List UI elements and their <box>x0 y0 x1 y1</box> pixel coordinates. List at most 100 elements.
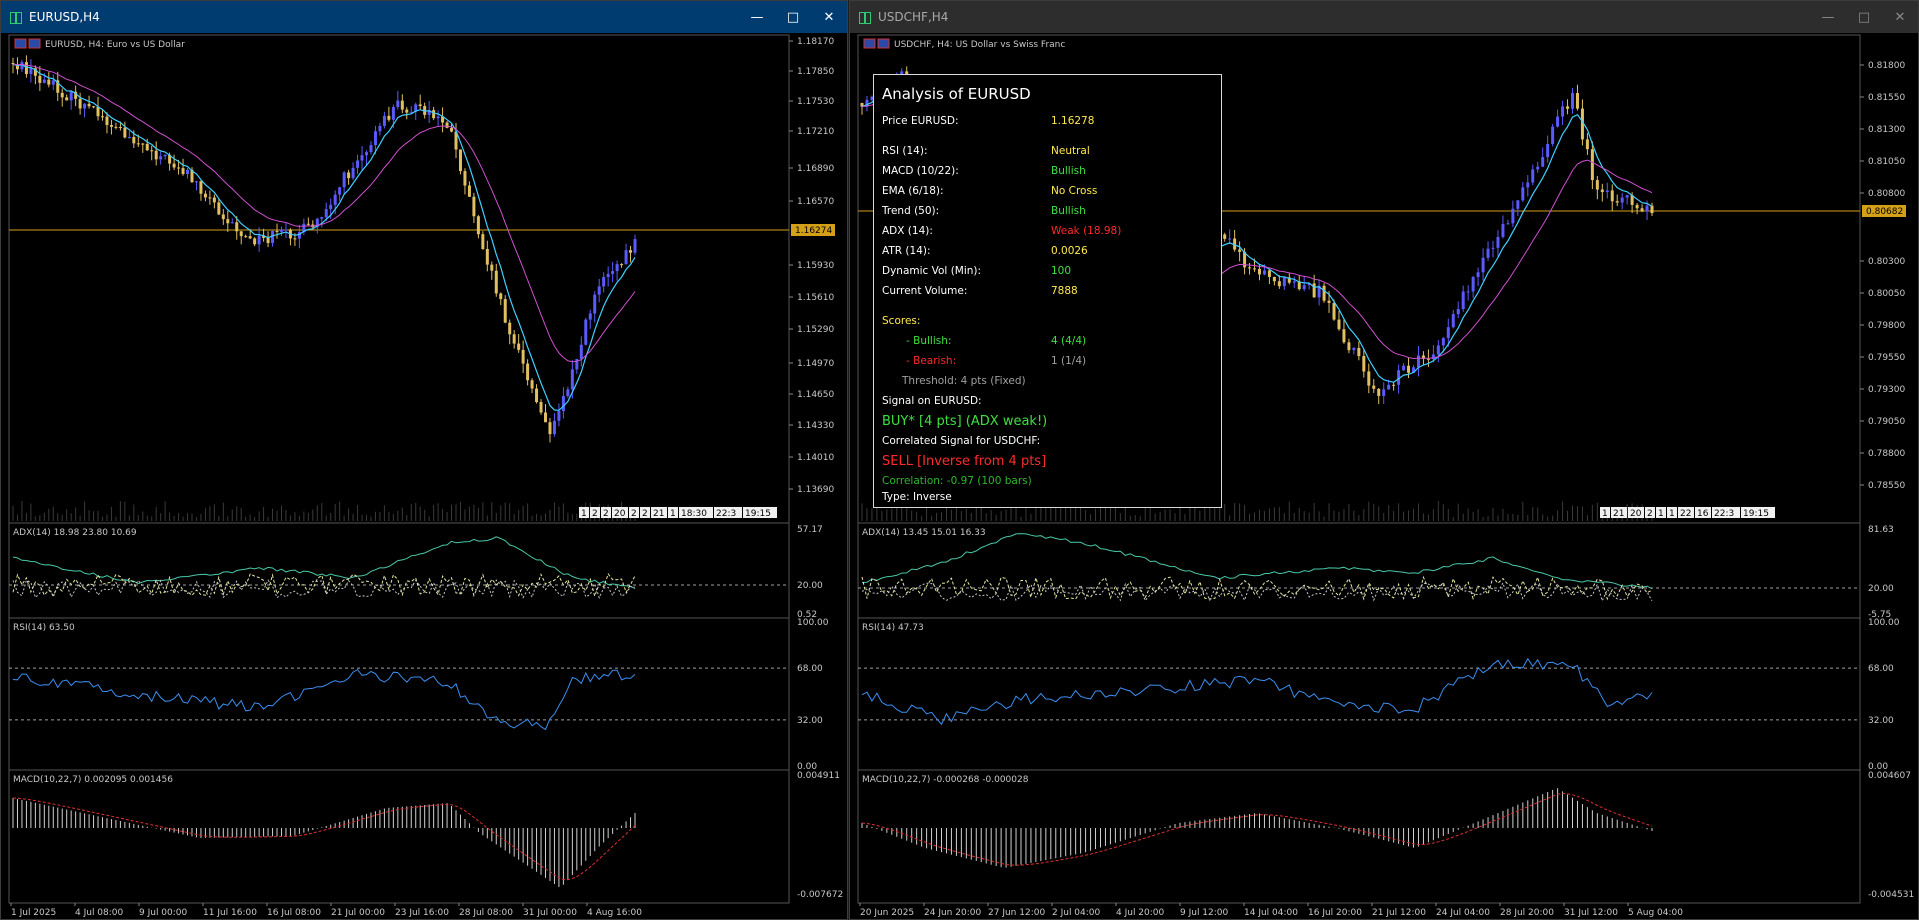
candle-body <box>1367 371 1371 386</box>
candle-body <box>351 167 355 179</box>
candle-body <box>391 106 395 120</box>
candle-body <box>145 143 149 151</box>
price-label: Price EURUSD: <box>882 115 959 127</box>
candle-body <box>629 250 633 253</box>
signal-label-row: Signal on EURUSD: <box>882 395 1213 411</box>
candle-body <box>360 155 364 161</box>
candle-body <box>1511 208 1515 224</box>
macd-signal-line <box>861 792 1653 866</box>
candle-body <box>1501 224 1505 237</box>
adx-tick-label: 20.00 <box>797 581 823 591</box>
candle-body <box>561 396 565 412</box>
candle-body <box>365 152 369 156</box>
candle-body <box>396 100 400 107</box>
candle-body <box>1536 166 1540 170</box>
candle-body <box>1372 385 1376 389</box>
title-bar[interactable]: USDCHF,H4 — □ ✕ <box>850 1 1918 33</box>
candle-body <box>588 313 592 320</box>
candle-body <box>463 171 467 186</box>
current-price-label: 1.16274 <box>795 226 832 236</box>
minimize-button[interactable]: — <box>1810 1 1846 33</box>
volume-tag-label: 1 <box>670 509 676 519</box>
candle-body <box>159 156 163 160</box>
candle-body <box>615 264 619 272</box>
candle-body <box>1402 365 1406 371</box>
indicator-value: Bullish <box>1051 205 1086 217</box>
candle-body <box>181 168 185 175</box>
indicator-value: Bullish <box>1051 165 1086 177</box>
candle-body <box>60 92 64 98</box>
price-tick-label: 0.79800 <box>1868 321 1905 331</box>
candle-body <box>606 273 610 277</box>
window-title: USDCHF,H4 <box>878 10 949 24</box>
price-tick-label: 1.13690 <box>797 485 834 495</box>
chart-symbol-label: USDCHF, H4: US Dollar vs Swiss Franc <box>894 40 1065 50</box>
chart-window-eurusd[interactable]: EURUSD,H4 — □ ✕ EURUSD, H4: Euro vs US D… <box>0 0 848 920</box>
indicator-label: Current Volume: <box>882 285 968 297</box>
close-button[interactable]: ✕ <box>811 1 847 33</box>
maximize-button[interactable]: □ <box>775 1 811 33</box>
title-bar[interactable]: EURUSD,H4 — □ ✕ <box>1 1 847 33</box>
analysis-row: ADX (14): Weak (18.98) <box>882 225 1213 241</box>
volume-tag-label: 22:3 <box>716 509 736 519</box>
time-tick-label: 16 Jul 08:00 <box>267 908 321 918</box>
scores-label: Scores: <box>882 315 921 327</box>
candle-body <box>1615 201 1619 203</box>
candle-body <box>248 236 252 239</box>
indicator-label: ADX (14): <box>882 225 933 237</box>
macd-tick-label: 0.004911 <box>797 771 840 781</box>
candle-body <box>235 222 239 232</box>
candle-body <box>338 187 342 195</box>
candle-body <box>186 169 190 175</box>
chart-canvas[interactable]: EURUSD, H4: Euro vs US Dollar 1.18170 1.17… <box>1 33 847 919</box>
candle-body <box>548 422 552 435</box>
candle-body <box>1496 236 1500 248</box>
candle-body <box>432 110 436 119</box>
price-tick-label: 0.80800 <box>1868 189 1905 199</box>
time-tick-label: 28 Jul 08:00 <box>459 908 513 918</box>
candle-body <box>467 185 471 197</box>
chart-icon <box>858 11 872 24</box>
candle-body <box>333 194 337 205</box>
signal-value: BUY* [4 pts] (ADX weak!) <box>882 414 1048 429</box>
candle-body <box>1262 270 1266 275</box>
candle-body <box>570 369 574 390</box>
rsi-tick-label: 100.00 <box>1868 618 1900 628</box>
candle-body <box>244 236 248 238</box>
rsi-tick-label: 68.00 <box>1868 664 1894 674</box>
volume-tag-label: 2 <box>631 509 637 519</box>
price-tick-label: 1.16570 <box>797 197 834 207</box>
time-tick-label: 4 Aug 16:00 <box>587 908 642 918</box>
indicator-label: Trend (50): <box>882 205 940 217</box>
analysis-title: Analysis of EURUSD <box>882 85 1031 103</box>
candle-body <box>450 127 454 132</box>
close-button[interactable]: ✕ <box>1882 1 1918 33</box>
candle-body <box>1461 291 1465 310</box>
time-tick-label: 9 Jul 12:00 <box>1180 908 1229 918</box>
candle-body <box>1416 355 1420 368</box>
candle-body <box>1600 189 1604 193</box>
candle-body <box>293 238 297 240</box>
volume-tag-label: 20 <box>1630 509 1642 519</box>
corr-signal-value-row: SELL [Inverse from 4 pts] <box>882 454 1213 472</box>
candle-body <box>526 363 530 381</box>
adx-panel-frame <box>857 522 1861 619</box>
time-tick-label: 27 Jun 12:00 <box>988 908 1045 918</box>
minimize-button[interactable]: — <box>739 1 775 33</box>
price-tick-label: 0.79550 <box>1868 353 1905 363</box>
candle-body <box>217 202 221 215</box>
candle-body <box>418 104 422 107</box>
candle-body <box>611 271 615 274</box>
correlation-row: Correlation: -0.97 (100 bars) <box>882 475 1213 491</box>
indicator-value: 7888 <box>1051 285 1078 297</box>
candle-body <box>1575 93 1579 109</box>
candle-body <box>1441 338 1445 346</box>
candle-body <box>154 150 158 160</box>
bullish-value: 4 (4/4) <box>1051 335 1087 347</box>
candle-body <box>100 116 104 118</box>
maximize-button[interactable]: □ <box>1846 1 1882 33</box>
price-tick-label: 0.81300 <box>1868 125 1905 135</box>
candle-body <box>552 420 556 435</box>
price-tick-label: 0.80300 <box>1868 257 1905 267</box>
indicator-label: RSI (14): <box>882 145 928 157</box>
